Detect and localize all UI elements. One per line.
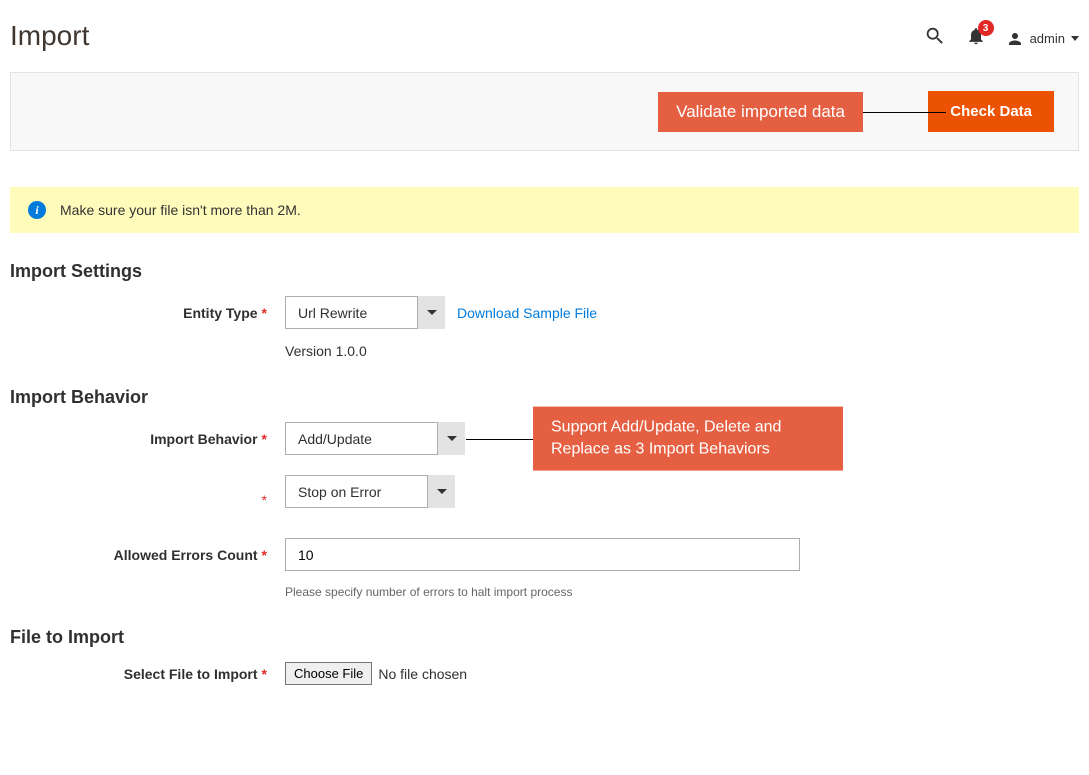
error-strategy-row: * Stop on Error: [10, 475, 1079, 508]
user-icon: [1006, 30, 1024, 48]
import-behavior-row: Import Behavior* Add/Update Support Add/…: [10, 422, 1079, 455]
allowed-errors-row: Allowed Errors Count*: [10, 538, 1079, 571]
annotation-behavior: Support Add/Update, Delete and Replace a…: [533, 406, 843, 471]
entity-type-select[interactable]: Url Rewrite: [285, 296, 445, 329]
choose-file-button[interactable]: Choose File: [285, 662, 372, 685]
annotation-validate: Validate imported data: [658, 92, 863, 132]
chevron-down-icon: [1071, 36, 1079, 41]
annotation-line: [863, 112, 946, 113]
required-marker: *: [10, 492, 285, 508]
chevron-down-icon: [427, 475, 455, 508]
section-title-file-import: File to Import: [10, 627, 1079, 648]
search-icon[interactable]: [924, 25, 946, 52]
action-toolbar: Validate imported data Check Data: [10, 72, 1079, 151]
header-toolbar: 3 admin: [924, 20, 1079, 52]
import-behavior-label: Import Behavior*: [10, 431, 285, 447]
notifications-button[interactable]: 3: [966, 26, 986, 51]
import-behavior-select[interactable]: Add/Update: [285, 422, 465, 455]
chevron-down-icon: [437, 422, 465, 455]
download-sample-link[interactable]: Download Sample File: [457, 305, 597, 321]
select-file-label: Select File to Import*: [10, 666, 285, 682]
allowed-errors-input[interactable]: [285, 538, 800, 571]
entity-type-label: Entity Type*: [10, 305, 285, 321]
allowed-errors-label: Allowed Errors Count*: [10, 547, 285, 563]
error-strategy-select[interactable]: Stop on Error: [285, 475, 455, 508]
notification-badge: 3: [978, 20, 994, 36]
section-title-import-behavior: Import Behavior: [10, 387, 1079, 408]
version-text: Version 1.0.0: [285, 343, 1079, 359]
entity-type-row: Entity Type* Url Rewrite Download Sample…: [10, 296, 1079, 329]
annotation-line: [466, 439, 533, 440]
info-banner: i Make sure your file isn't more than 2M…: [10, 187, 1079, 233]
info-icon: i: [28, 201, 46, 219]
info-message: Make sure your file isn't more than 2M.: [60, 202, 301, 218]
admin-username: admin: [1030, 31, 1065, 46]
section-title-import-settings: Import Settings: [10, 261, 1079, 282]
select-file-row: Select File to Import* Choose File No fi…: [10, 662, 1079, 685]
page-title: Import: [10, 20, 89, 52]
admin-account-menu[interactable]: admin: [1006, 30, 1079, 48]
check-data-button[interactable]: Check Data: [928, 91, 1054, 132]
allowed-errors-hint: Please specify number of errors to halt …: [285, 585, 1079, 599]
chevron-down-icon: [417, 296, 445, 329]
page-header: Import 3 admin: [10, 10, 1079, 72]
file-chosen-text: No file chosen: [378, 666, 467, 682]
